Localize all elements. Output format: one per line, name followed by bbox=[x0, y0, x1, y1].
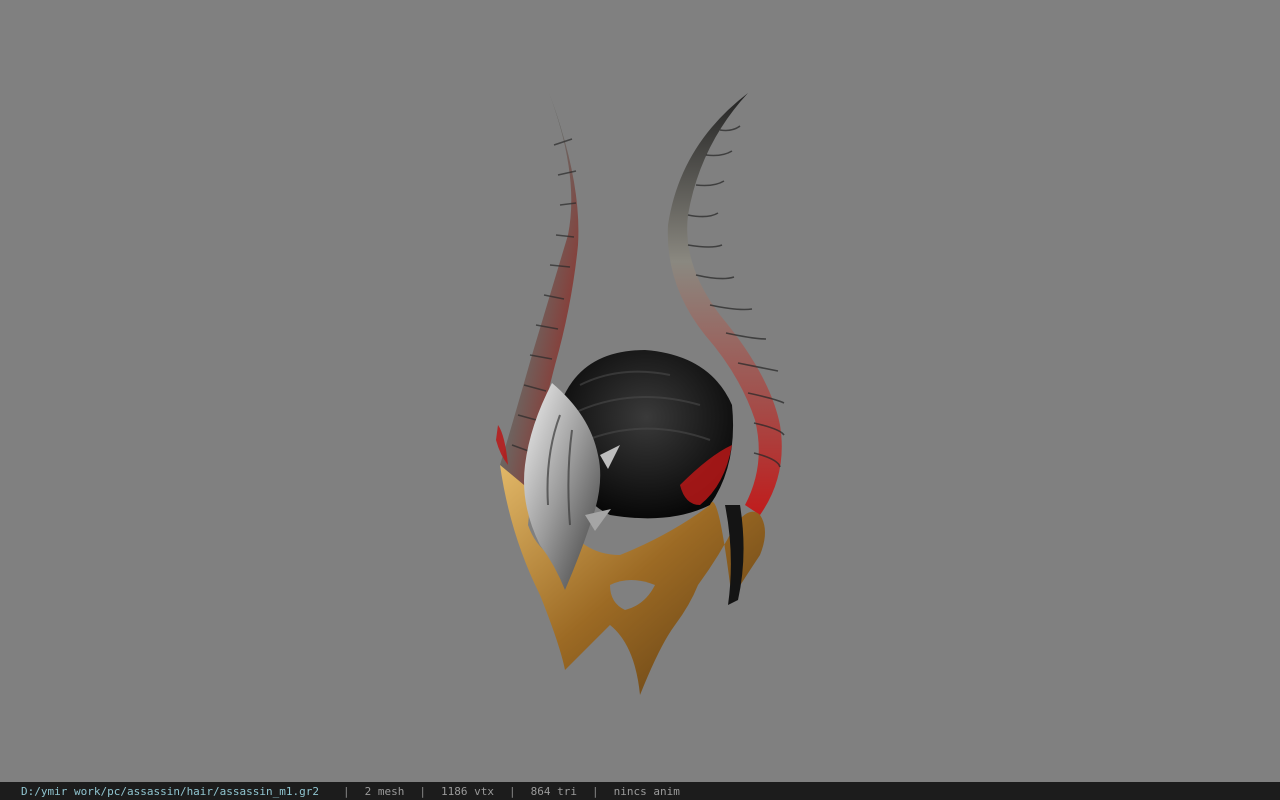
vertex-count: 1186 vtx bbox=[441, 784, 494, 798]
status-separator: | bbox=[509, 784, 516, 798]
triangle-count: 864 tri bbox=[530, 784, 577, 798]
status-bar: D:/ymir work/pc/assassin/hair/assassin_m… bbox=[0, 782, 1280, 800]
horned-helmet-model bbox=[496, 90, 785, 695]
3d-viewport[interactable] bbox=[0, 0, 1280, 782]
animation-status: nincs anim bbox=[613, 784, 680, 798]
status-separator: | bbox=[343, 784, 350, 798]
mesh-count: 2 mesh bbox=[364, 784, 405, 798]
status-separator: | bbox=[591, 784, 599, 798]
status-separator: | bbox=[419, 784, 427, 798]
file-path: D:/ymir work/pc/assassin/hair/assassin_m… bbox=[21, 784, 320, 798]
